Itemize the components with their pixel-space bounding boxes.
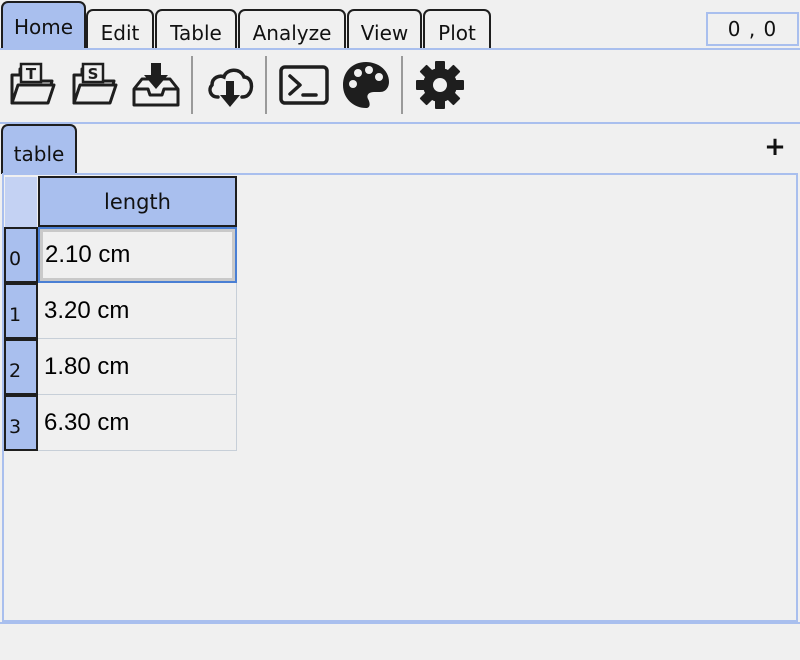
row-header[interactable]: 2 <box>4 339 38 395</box>
open-session-file-button[interactable]: S <box>67 58 121 112</box>
table-cell[interactable]: 1.80 cm <box>38 339 237 395</box>
menu-tab-label: Analyze <box>252 21 332 45</box>
table-cell[interactable]: 6.30 cm <box>38 395 237 451</box>
menu-tab-label: View <box>360 21 409 45</box>
palette-icon <box>343 62 389 108</box>
settings-button[interactable] <box>413 58 467 112</box>
open-session-folder-icon: S <box>72 62 118 105</box>
cloud-download-icon <box>208 68 254 107</box>
menu-tab-view[interactable]: View <box>347 9 422 49</box>
gear-icon <box>416 61 464 109</box>
cursor-coordinates: 0 , 0 <box>706 12 799 46</box>
menu-tab-analyze[interactable]: Analyze <box>238 9 346 49</box>
open-text-glyph: T <box>26 65 37 83</box>
column-header-length[interactable]: length <box>38 176 237 227</box>
sheet-tab-table[interactable]: table <box>1 124 77 174</box>
toolbar-divider <box>0 122 800 124</box>
add-sheet-button[interactable]: + <box>760 132 790 162</box>
menu-tab-plot[interactable]: Plot <box>423 9 491 49</box>
row-header[interactable]: 3 <box>4 395 38 451</box>
row-header[interactable]: 1 <box>4 283 38 339</box>
status-divider <box>0 622 800 624</box>
menu-tab-label: Home <box>13 14 74 39</box>
cloud-import-button[interactable] <box>203 58 257 112</box>
row-header[interactable]: 0 <box>4 227 38 283</box>
console-button[interactable] <box>277 58 331 112</box>
toolbar-separator <box>191 56 193 114</box>
toolbar-separator <box>401 56 403 114</box>
theme-button[interactable] <box>339 58 393 112</box>
open-text-file-button[interactable]: T <box>5 58 59 112</box>
table-cell[interactable]: 2.10 cm <box>38 227 237 283</box>
table-cell[interactable]: 3.20 cm <box>38 283 237 339</box>
menu-bar: Home Edit Table Analyze View Plot 0 , 0 <box>0 0 800 50</box>
terminal-icon <box>279 65 329 105</box>
menu-tab-edit[interactable]: Edit <box>86 9 154 49</box>
menu-tab-label: Edit <box>100 21 140 45</box>
save-button[interactable] <box>129 58 183 112</box>
open-text-folder-icon: T <box>10 62 56 105</box>
toolbar-separator <box>265 56 267 114</box>
grid-corner[interactable] <box>5 177 37 227</box>
menu-tab-label: Plot <box>438 21 476 45</box>
menu-tab-table[interactable]: Table <box>155 9 237 49</box>
menu-tab-home[interactable]: Home <box>1 1 86 50</box>
open-session-glyph: S <box>88 65 99 83</box>
menu-tab-label: Table <box>170 21 222 45</box>
sheet-tab-label: table <box>13 142 65 166</box>
download-tray-icon <box>132 63 180 107</box>
